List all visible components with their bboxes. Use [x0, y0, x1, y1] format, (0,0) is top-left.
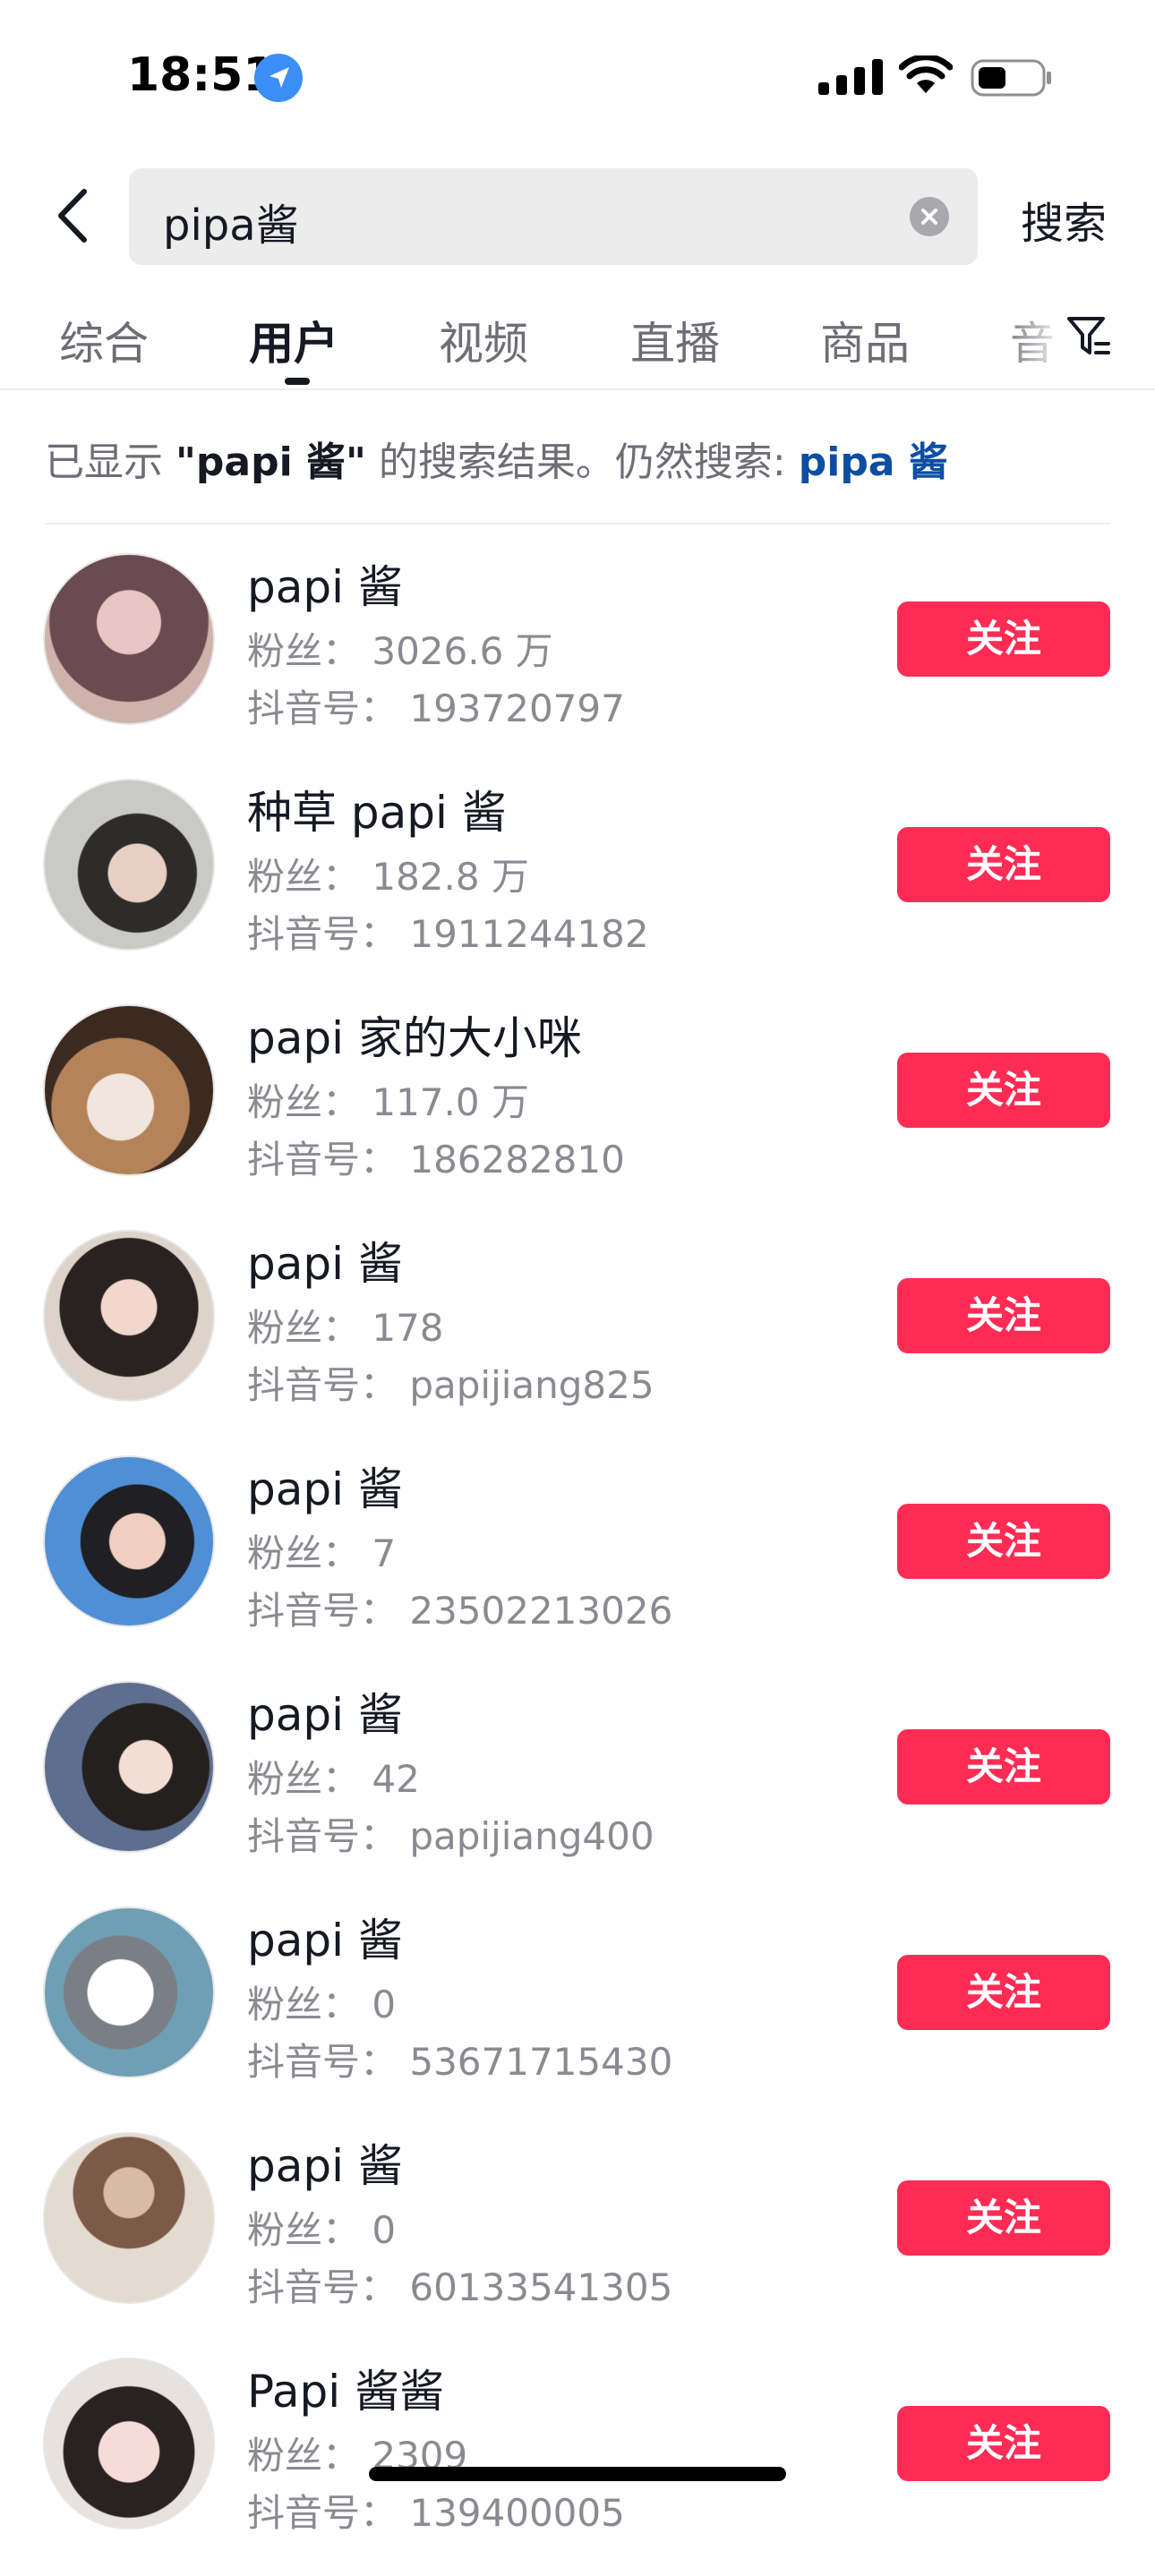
search-submit-button[interactable]: 搜索 — [1021, 188, 1107, 251]
user-followers: 粉丝： 42 — [247, 1757, 420, 1801]
user-douyin-id: 抖音号： papijiang825 — [247, 1363, 654, 1407]
user-douyin-id: 抖音号： 53671715430 — [247, 2040, 673, 2084]
user-name[interactable]: papi 酱 — [247, 1905, 403, 1969]
follow-button[interactable]: 关注 — [897, 2406, 1110, 2481]
user-name[interactable]: papi 家的大小咪 — [247, 1002, 582, 1067]
user-name[interactable]: papi 酱 — [247, 1454, 403, 1518]
user-name[interactable]: 种草 papi 酱 — [247, 777, 507, 841]
follow-button[interactable]: 关注 — [897, 1729, 1110, 1804]
user-followers: 粉丝： 0 — [247, 1983, 397, 2026]
status-bar: 18:51 — [0, 0, 1155, 152]
avatar[interactable] — [43, 2132, 215, 2304]
avatar[interactable] — [43, 1004, 215, 1176]
notice-middle: 的搜索结果。仍然搜索: — [365, 439, 799, 485]
home-indicator[interactable] — [369, 2467, 786, 2481]
follow-button[interactable]: 关注 — [897, 1278, 1110, 1353]
user-followers: 粉丝： 178 — [247, 1306, 444, 1350]
user-row[interactable]: Papi 酱酱 粉丝： 2309 抖音号： 139400005 关注 — [0, 2350, 1155, 2576]
follow-button[interactable]: 关注 — [897, 1053, 1110, 1128]
search-bar: pipa酱 搜索 — [0, 161, 1155, 269]
battery-icon — [971, 59, 1051, 97]
tab-fade-overlay — [1003, 295, 1065, 385]
tab-videos[interactable]: 视频 — [439, 308, 528, 372]
user-name[interactable]: papi 酱 — [247, 2130, 403, 2195]
user-result-list: papi 酱 粉丝： 3026.6 万 抖音号： 193720797 关注 种草… — [0, 546, 1155, 2576]
tab-users[interactable]: 用户 — [249, 308, 338, 372]
user-douyin-id: 抖音号： 60133541305 — [247, 2265, 673, 2309]
clear-search-button[interactable] — [910, 197, 949, 236]
location-arrow-icon — [254, 54, 303, 102]
avatar[interactable] — [43, 2358, 215, 2529]
user-douyin-id: 抖音号： 1911244182 — [247, 912, 649, 956]
user-douyin-id: 抖音号： 23502213026 — [247, 1589, 673, 1633]
user-name[interactable]: papi 酱 — [247, 551, 403, 616]
follow-button[interactable]: 关注 — [897, 601, 1110, 677]
back-button[interactable] — [45, 184, 98, 247]
user-name[interactable]: Papi 酱酱 — [247, 2356, 444, 2420]
follow-button[interactable]: 关注 — [897, 1504, 1110, 1579]
user-followers: 粉丝： 182.8 万 — [247, 855, 529, 899]
search-input[interactable]: pipa酱 — [129, 168, 978, 265]
notice-prefix: 已显示 — [45, 439, 175, 485]
filter-icon[interactable] — [1065, 313, 1112, 360]
user-row[interactable]: 种草 papi 酱 粉丝： 182.8 万 抖音号： 1911244182 关注 — [0, 772, 1155, 997]
tab-products[interactable]: 商品 — [820, 308, 910, 372]
avatar[interactable] — [43, 553, 215, 725]
user-douyin-id: 抖音号： 186282810 — [247, 1138, 625, 1181]
avatar[interactable] — [43, 779, 215, 951]
user-followers: 粉丝： 0 — [247, 2208, 397, 2252]
follow-button[interactable]: 关注 — [897, 827, 1110, 902]
user-douyin-id: 抖音号： papijiang400 — [247, 1814, 654, 1858]
user-name[interactable]: papi 酱 — [247, 1228, 403, 1292]
user-row[interactable]: papi 酱 粉丝： 3026.6 万 抖音号： 193720797 关注 — [0, 546, 1155, 772]
search-original-link[interactable]: pipa 酱 — [799, 439, 948, 485]
close-icon — [921, 209, 937, 225]
avatar[interactable] — [43, 1230, 215, 1402]
notice-corrected-query: "papi 酱" — [175, 439, 366, 485]
divider — [45, 523, 1110, 525]
active-tab-indicator — [285, 378, 310, 385]
user-row[interactable]: papi 家的大小咪 粉丝： 117.0 万 抖音号： 186282810 关注 — [0, 997, 1155, 1223]
tab-comprehensive[interactable]: 综合 — [59, 308, 149, 372]
user-followers: 粉丝： 7 — [247, 1531, 397, 1575]
chevron-left-icon — [58, 189, 87, 243]
follow-button[interactable]: 关注 — [897, 2180, 1110, 2256]
avatar[interactable] — [43, 1455, 215, 1627]
wifi-icon — [899, 55, 953, 93]
avatar[interactable] — [43, 1681, 215, 1853]
user-followers: 粉丝： 117.0 万 — [247, 1080, 529, 1124]
user-douyin-id: 抖音号： 139400005 — [247, 2491, 625, 2535]
user-name[interactable]: papi 酱 — [247, 1679, 403, 1744]
avatar[interactable] — [43, 1906, 215, 2078]
follow-button[interactable]: 关注 — [897, 1955, 1110, 2030]
user-followers: 粉丝： 3026.6 万 — [247, 629, 553, 673]
status-time: 18:51 — [127, 48, 276, 102]
user-row[interactable]: papi 酱 粉丝： 7 抖音号： 23502213026 关注 — [0, 1448, 1155, 1674]
user-douyin-id: 抖音号： 193720797 — [247, 687, 625, 730]
cellular-signal-icon — [818, 59, 883, 95]
user-row[interactable]: papi 酱 粉丝： 178 抖音号： papijiang825 关注 — [0, 1223, 1155, 1448]
user-row[interactable]: papi 酱 粉丝： 0 抖音号： 53671715430 关注 — [0, 1899, 1155, 2125]
search-correction-notice: 已显示 "papi 酱" 的搜索结果。仍然搜索: pipa 酱 — [45, 430, 1110, 487]
user-row[interactable]: papi 酱 粉丝： 42 抖音号： papijiang400 关注 — [0, 1674, 1155, 1899]
user-row[interactable]: papi 酱 粉丝： 0 抖音号： 60133541305 关注 — [0, 2125, 1155, 2350]
tab-live[interactable]: 直播 — [630, 308, 720, 372]
search-tabs: 综合 用户 视频 直播 商品 音 — [0, 295, 1155, 390]
search-query-text[interactable]: pipa酱 — [163, 190, 299, 252]
